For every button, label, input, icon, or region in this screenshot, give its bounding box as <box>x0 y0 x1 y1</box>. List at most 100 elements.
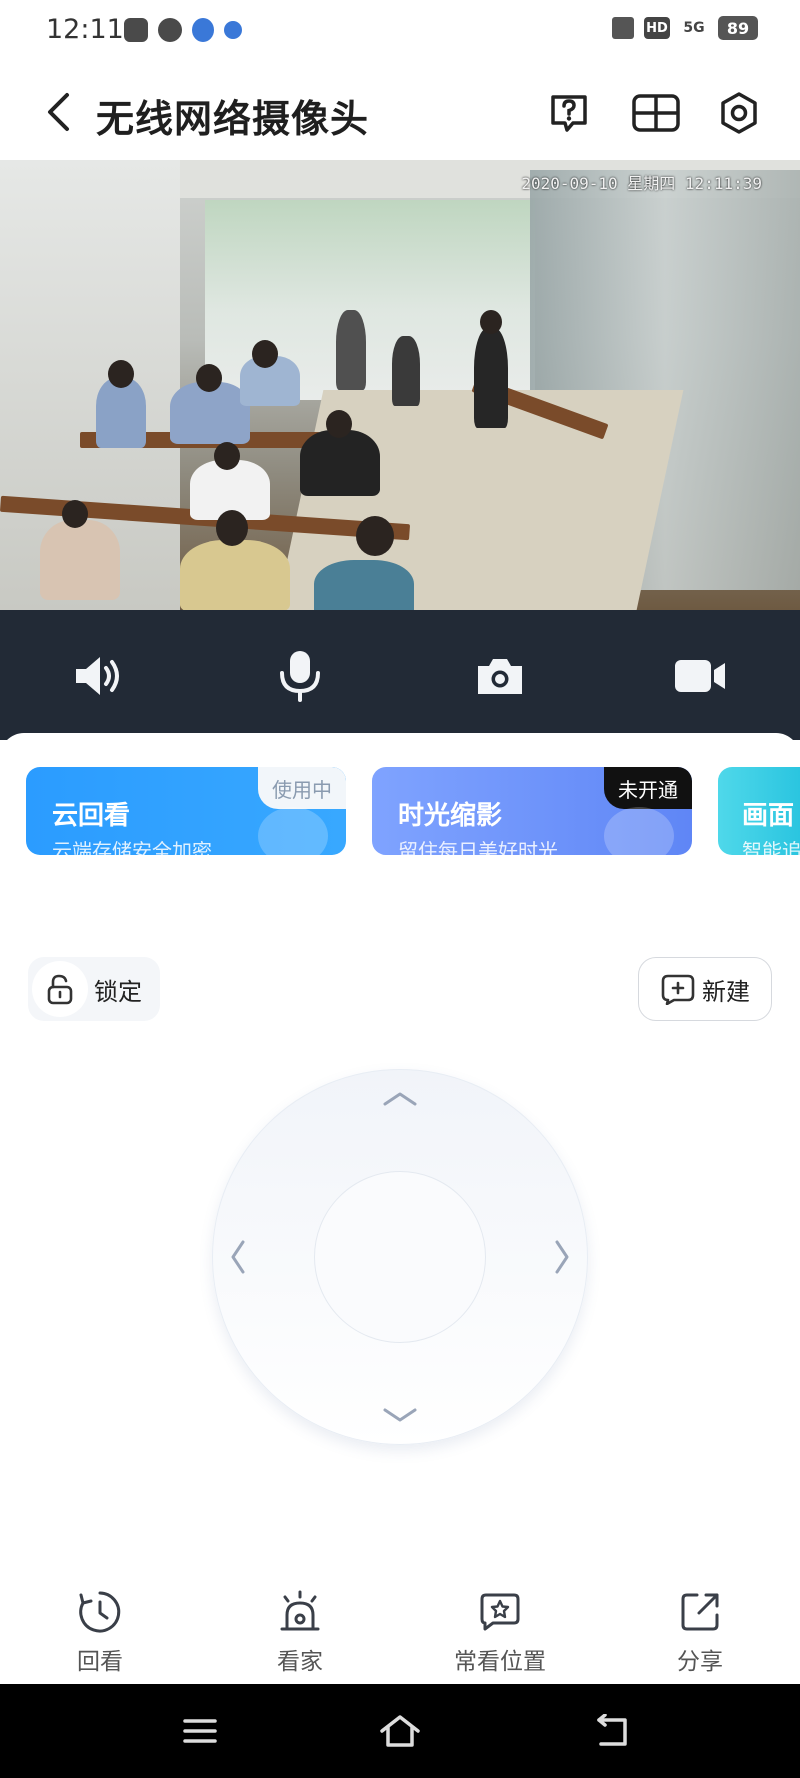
system-home-button[interactable] <box>375 1706 425 1756</box>
ptz-center[interactable] <box>314 1171 486 1343</box>
chevron-left-icon <box>231 1240 245 1274</box>
hd-icon: HD <box>644 17 670 39</box>
playback-clock-icon <box>79 1591 121 1633</box>
ptz-down-button[interactable] <box>380 1395 420 1435</box>
talk-button[interactable] <box>270 646 330 706</box>
layout-grid-icon <box>632 94 680 132</box>
snapshot-button[interactable] <box>470 646 530 706</box>
help-button[interactable] <box>546 90 592 136</box>
video-head <box>108 360 134 388</box>
record-button[interactable] <box>670 646 730 706</box>
card-subtitle: 云端存储安全加密 <box>52 839 212 855</box>
signal-5g-icon: 5G <box>683 20 705 36</box>
nav-item-playback[interactable]: 回看 <box>30 1588 170 1684</box>
video-person <box>392 336 420 406</box>
main-panel: 云回看 云端存储安全加密 使用中 时光缩影 留住每日美好时光 未开通 画面 智能… <box>0 733 800 1683</box>
video-head <box>480 310 502 334</box>
bottom-nav: 回看 看家 常看位置 分享 <box>0 1580 800 1684</box>
nav-label: 回看 <box>77 1649 123 1675</box>
nav-label: 常看位置 <box>454 1649 546 1675</box>
back-button[interactable] <box>38 88 78 136</box>
lock-button[interactable]: 锁定 <box>28 957 160 1021</box>
card-title: 云回看 <box>52 801 131 831</box>
video-person <box>180 540 290 610</box>
ptz-right-button[interactable] <box>542 1237 582 1277</box>
timelapse-card[interactable]: 时光缩影 留住每日美好时光 未开通 <box>372 767 692 855</box>
video-control-bar <box>0 610 800 740</box>
video-head <box>214 442 240 470</box>
add-preset-icon <box>661 974 695 1005</box>
ptz-up-button[interactable] <box>380 1079 420 1119</box>
video-person <box>40 520 120 600</box>
back-icon <box>48 93 69 131</box>
system-menu-button[interactable] <box>175 1706 225 1756</box>
video-person <box>314 560 414 610</box>
video-person <box>336 310 366 390</box>
card-subtitle: 留住每日美好时光 <box>398 839 558 855</box>
speaker-icon <box>76 657 119 695</box>
video-timestamp: 2020-09-10 星期四 12:11:39 <box>521 174 762 193</box>
video-head <box>196 364 222 392</box>
settings-button[interactable] <box>716 90 762 136</box>
nav-item-share[interactable]: 分享 <box>630 1588 770 1684</box>
system-back-button[interactable] <box>586 1706 636 1756</box>
status-badge: 使用中 <box>258 767 346 809</box>
nav-icon-wrap <box>476 1588 524 1636</box>
chevron-down-icon <box>383 1408 417 1422</box>
baidu-app-icon <box>192 18 214 42</box>
notification-icons <box>124 18 242 42</box>
nav-icon-wrap <box>76 1588 124 1636</box>
nav-icon-wrap <box>676 1588 724 1636</box>
video-person <box>474 328 508 428</box>
compass-app-icon <box>158 18 182 42</box>
live-video-feed[interactable]: 2020-09-10 星期四 12:11:39 <box>0 160 800 610</box>
video-head <box>252 340 278 368</box>
feature-cards: 云回看 云端存储安全加密 使用中 时光缩影 留住每日美好时光 未开通 画面 智能… <box>26 767 800 855</box>
nav-label: 看家 <box>277 1649 323 1675</box>
layout-button[interactable] <box>630 90 682 136</box>
share-icon <box>681 1593 719 1631</box>
smart-tracking-card[interactable]: 画面 智能追 <box>718 767 800 855</box>
media-app-icon <box>124 18 148 42</box>
menu-icon <box>183 1719 217 1743</box>
help-icon <box>551 95 587 132</box>
chevron-right-icon <box>555 1240 569 1274</box>
card-subtitle: 智能追 <box>742 839 800 855</box>
nav-icon-wrap <box>276 1588 324 1636</box>
cloud-playback-card[interactable]: 云回看 云端存储安全加密 使用中 <box>26 767 346 855</box>
home-icon <box>380 1715 420 1747</box>
battery-icon: 89 <box>718 16 758 40</box>
status-bar: 12:11 HD 5G 89 <box>0 0 800 64</box>
nav-label: 分享 <box>677 1649 723 1675</box>
lock-label: 锁定 <box>94 977 142 1006</box>
nav-item-home-guard[interactable]: 看家 <box>230 1588 370 1684</box>
microphone-icon <box>280 651 320 702</box>
back-return-icon <box>597 1714 627 1746</box>
ptz-left-button[interactable] <box>218 1237 258 1277</box>
video-head <box>62 500 88 528</box>
video-person <box>96 378 146 448</box>
status-badge: 未开通 <box>604 767 692 809</box>
card-title: 时光缩影 <box>398 801 503 831</box>
chevron-up-icon <box>383 1092 417 1106</box>
card-title: 画面 <box>742 801 795 831</box>
system-nav-bar <box>0 1684 800 1778</box>
sound-button[interactable] <box>70 646 130 706</box>
video-head <box>216 510 248 546</box>
favorite-position-icon <box>480 1593 520 1631</box>
new-label: 新建 <box>702 977 750 1006</box>
new-preset-button[interactable]: 新建 <box>638 957 772 1021</box>
camera-icon <box>478 659 522 694</box>
ptz-joystick[interactable] <box>212 1069 588 1445</box>
vibrate-icon <box>612 17 634 39</box>
video-head <box>326 410 352 438</box>
settings-icon <box>721 92 757 134</box>
app-header: 无线网络摄像头 <box>0 64 800 160</box>
lock-icon-wrap <box>32 961 88 1017</box>
unlock-icon <box>47 974 73 1005</box>
status-indicators: HD 5G 89 <box>612 16 758 40</box>
status-time: 12:11 <box>46 14 124 45</box>
nav-item-favorite-positions[interactable]: 常看位置 <box>430 1588 570 1684</box>
baidu-paw-icon <box>224 21 242 39</box>
page-title: 无线网络摄像头 <box>96 97 370 141</box>
